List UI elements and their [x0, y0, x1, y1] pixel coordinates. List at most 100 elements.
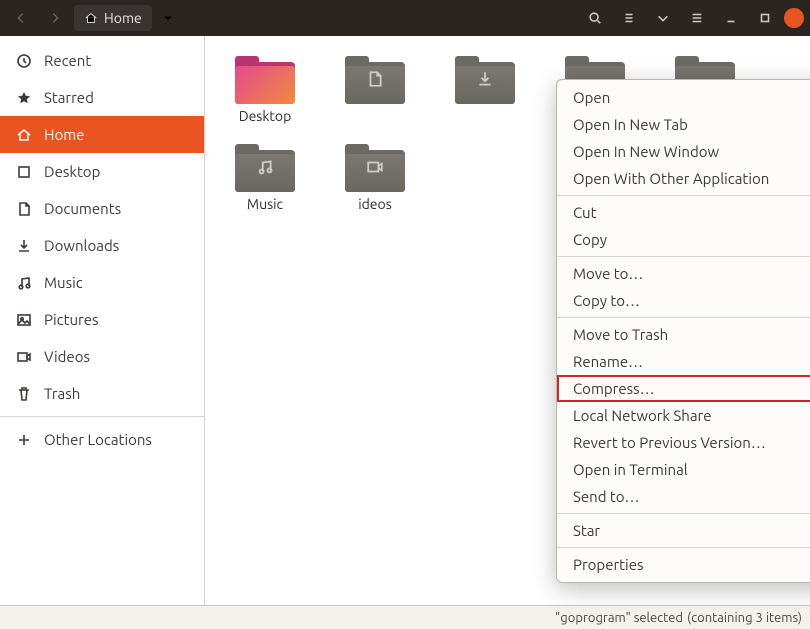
home-icon [16, 127, 32, 143]
menu-item[interactable]: OpenReturn [557, 84, 810, 111]
minimize-button[interactable] [716, 5, 746, 31]
menu-item[interactable]: Move to… [557, 260, 810, 287]
breadcrumb-home[interactable]: Home [74, 5, 152, 31]
status-detail-text: (containing 3 items) [687, 611, 802, 625]
folder-label: Desktop [239, 108, 292, 124]
breadcrumb-label: Home [104, 10, 142, 26]
folder-icon [345, 56, 405, 104]
menu-item[interactable]: CopyCtrl+C [557, 226, 810, 253]
nav-forward-button[interactable] [40, 5, 70, 31]
close-button[interactable] [784, 8, 804, 28]
sidebar-item-label: Desktop [44, 163, 100, 180]
folder-icon [455, 56, 515, 104]
menu-item-label: Properties [573, 556, 644, 573]
menu-item-label: Star [573, 522, 600, 539]
trash-icon [16, 386, 32, 402]
menu-item-label: Open With Other Application [573, 170, 769, 187]
folder-item[interactable] [445, 56, 525, 124]
menu-item[interactable]: Open in Terminal [557, 456, 810, 483]
sidebar: Recent Starred Home Desktop Documents Downloa… [0, 36, 205, 605]
video-icon [16, 349, 32, 365]
menu-item[interactable]: Rename…F2 [557, 348, 810, 375]
download-icon [16, 238, 32, 254]
menu-item-label: Copy [573, 231, 607, 248]
menu-separator [557, 317, 810, 318]
menu-item[interactable]: Local Network Share [557, 402, 810, 429]
menu-item-label: Move to Trash [573, 326, 668, 343]
menu-item-label: Move to… [573, 265, 643, 282]
folder-icon [345, 144, 405, 192]
menu-item-label: Open [573, 89, 610, 106]
folder-icon [235, 56, 295, 104]
menu-item[interactable]: PropertiesCtrl+I [557, 551, 810, 578]
sidebar-item-documents[interactable]: Documents [0, 190, 204, 227]
menu-item-label: Rename… [573, 353, 643, 370]
music-icon [256, 158, 274, 179]
sidebar-item-label: Documents [44, 200, 121, 217]
sidebar-item-label: Music [44, 274, 83, 291]
sidebar-item-music[interactable]: Music [0, 264, 204, 301]
menu-item-label: Revert to Previous Version… [573, 434, 766, 451]
menu-item[interactable]: Compress… [557, 375, 810, 402]
square-icon [16, 164, 32, 180]
menu-item-label: Open In New Window [573, 143, 719, 160]
maximize-button[interactable] [750, 5, 780, 31]
folder-icon [235, 144, 295, 192]
home-icon [84, 11, 98, 25]
clock-icon [16, 53, 32, 69]
sidebar-item-home[interactable]: Home [0, 116, 204, 153]
music-icon [16, 275, 32, 291]
folder-label: ideos [358, 196, 392, 212]
search-button[interactable] [580, 5, 610, 31]
folder-item[interactable]: Music [225, 144, 305, 212]
view-list-button[interactable] [614, 5, 644, 31]
menu-separator [557, 256, 810, 257]
sidebar-item-videos[interactable]: Videos [0, 338, 204, 375]
menu-item[interactable]: Open In New TabCtrl+Return [557, 111, 810, 138]
status-bar: "goprogram" selected (containing 3 items… [0, 605, 810, 629]
menu-item[interactable]: Copy to… [557, 287, 810, 314]
sidebar-item-label: Downloads [44, 237, 119, 254]
sidebar-item-desktop[interactable]: Desktop [0, 153, 204, 190]
video-icon [366, 158, 384, 179]
menu-item-label: Compress… [573, 380, 655, 397]
menu-separator [557, 547, 810, 548]
menu-item-label: Open in Terminal [573, 461, 688, 478]
hamburger-menu-button[interactable] [682, 5, 712, 31]
folder-item[interactable]: ideos [335, 144, 415, 212]
sidebar-item-label: Videos [44, 348, 90, 365]
menu-item[interactable]: Revert to Previous Version… [557, 429, 810, 456]
view-dropdown-button[interactable] [648, 5, 678, 31]
sidebar-item-trash[interactable]: Trash [0, 375, 204, 412]
folder-label: Music [247, 196, 283, 212]
menu-item[interactable]: Send to… [557, 483, 810, 510]
sidebar-item-label: Trash [44, 385, 80, 402]
status-selection-text: "goprogram" selected [555, 611, 683, 625]
doc-icon [16, 201, 32, 217]
sidebar-item-label: Pictures [44, 311, 99, 328]
sidebar-item-other[interactable]: Other Locations [0, 421, 204, 458]
file-grid[interactable]: DesktoprogramMusicideosOpenReturnOpen In… [205, 36, 810, 605]
path-dropdown-button[interactable] [156, 12, 180, 24]
menu-item[interactable]: Open In New WindowShift+Return [557, 138, 810, 165]
star-icon [16, 90, 32, 106]
menu-item[interactable]: CutCtrl+X [557, 199, 810, 226]
nav-back-button[interactable] [6, 5, 36, 31]
folder-item[interactable] [335, 56, 415, 124]
menu-item[interactable]: Move to TrashDelete [557, 321, 810, 348]
image-icon [16, 312, 32, 328]
sidebar-item-label: Home [44, 126, 84, 143]
folder-item[interactable]: Desktop [225, 56, 305, 124]
sidebar-item-label: Recent [44, 52, 91, 69]
menu-item[interactable]: Open With Other Application [557, 165, 810, 192]
sidebar-item-label: Other Locations [44, 431, 152, 448]
context-menu: OpenReturnOpen In New TabCtrl+ReturnOpen… [556, 79, 810, 583]
menu-separator [557, 195, 810, 196]
sidebar-item-recent[interactable]: Recent [0, 42, 204, 79]
menu-item-label: Send to… [573, 488, 639, 505]
sidebar-item-downloads[interactable]: Downloads [0, 227, 204, 264]
menu-item-label: Local Network Share [573, 407, 712, 424]
menu-item[interactable]: Star [557, 517, 810, 544]
sidebar-item-starred[interactable]: Starred [0, 79, 204, 116]
sidebar-item-pictures[interactable]: Pictures [0, 301, 204, 338]
